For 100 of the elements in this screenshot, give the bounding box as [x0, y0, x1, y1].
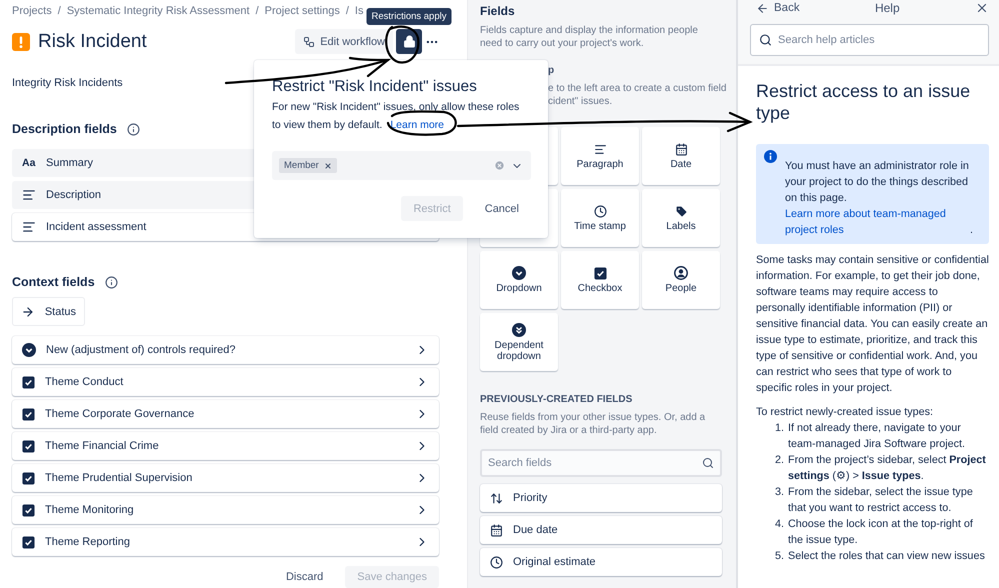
field-row[interactable]: Theme Financial Crime	[12, 432, 439, 460]
step-text: If not already there, navigate to your team-managed Jira Software project.	[788, 421, 966, 452]
calendar-icon	[674, 142, 688, 156]
breadcrumb-separator: /	[346, 4, 349, 17]
field-row[interactable]: Original estimate	[480, 548, 722, 576]
priority-arrows-icon	[490, 492, 503, 504]
field-label: Priority	[513, 492, 548, 504]
field-type-tile[interactable]: Date	[642, 127, 720, 185]
roles-link[interactable]: Learn more about team-managed project roles	[785, 206, 970, 238]
search-help-field[interactable]: Search help articles	[750, 24, 989, 56]
panel-title: Fields	[480, 4, 516, 18]
back-button[interactable]: Back	[750, 2, 800, 14]
step-text: From the sidebar, select the issue type that you want to restrict access to.	[788, 485, 974, 516]
breadcrumb-link[interactable]: Projects	[12, 4, 52, 17]
field-row[interactable]: Theme Monitoring	[12, 496, 439, 524]
step-number: 3.	[774, 485, 784, 500]
panel-description: Fields capture and display the information people need to carry out your project's work.	[480, 24, 699, 50]
issue-type-title: Risk Incident	[38, 30, 147, 53]
checkbox-icon	[594, 266, 606, 280]
field-label: Theme Corporate Governance	[45, 408, 194, 420]
lock-button[interactable]	[396, 29, 422, 54]
edit-workflow-button[interactable]: Edit workflow	[295, 29, 393, 54]
field-type-tile[interactable]: Dependent dropdown	[480, 313, 558, 371]
clock-icon	[490, 556, 503, 568]
calendar-icon	[490, 524, 503, 536]
article-title: Restrict access to an issue type	[756, 80, 972, 124]
tile-label: Checkbox	[578, 282, 622, 294]
field-type-tile[interactable]: Checkbox	[561, 251, 639, 309]
step-number: 2.	[774, 453, 784, 468]
discard-button[interactable]: Discard	[274, 566, 336, 588]
tile-label: Dependent dropdown	[494, 340, 544, 362]
text-type-icon: Aa	[22, 157, 36, 170]
field-type-tile[interactable]: Paragraph	[561, 127, 639, 185]
field-type-tile[interactable]: Dropdown	[480, 251, 558, 309]
tile-label: Date	[670, 158, 692, 170]
field-row[interactable]: New (adjustment of) controls required?	[12, 336, 439, 364]
field-type-tile[interactable]: People	[642, 251, 720, 309]
double-chevron-icon	[512, 322, 526, 336]
breadcrumb-separator: /	[58, 4, 61, 17]
steps-intro: To restrict newly-created issue types:	[756, 405, 934, 420]
info-icon	[764, 150, 777, 163]
tile-label: Labels	[666, 220, 696, 232]
cancel-button[interactable]: Cancel	[472, 196, 531, 221]
section-title: Description fields	[12, 122, 117, 136]
exclamation-icon	[12, 32, 30, 51]
field-type-tile[interactable]: Labels	[642, 189, 720, 247]
note-text: You must have an administrator role in your project to do the things described on this page. Learn more about team-managed project roles .	[785, 159, 974, 238]
field-row[interactable]: Due date	[480, 516, 722, 544]
field-row[interactable]: Priority	[480, 484, 722, 512]
paragraph-icon	[22, 220, 36, 234]
checkbox-icon	[22, 472, 35, 484]
field-label: Original estimate	[513, 556, 596, 568]
popover-text: For new "Risk Incident" issues, only allow these roles	[272, 100, 520, 115]
field-type-tile[interactable]: Time stamp	[561, 189, 639, 247]
checkbox-icon	[22, 408, 35, 420]
field-label: Theme Financial Crime	[45, 440, 159, 452]
field-label: Due date	[513, 524, 558, 536]
step-text: From the project’s sidebar, select Project settings (⚙) > Issue types.	[788, 453, 987, 484]
search-icon	[759, 34, 772, 46]
step-number: 1.	[774, 421, 784, 436]
step-text: Select the roles that can view new issues	[788, 549, 985, 564]
person-icon	[674, 266, 688, 280]
breadcrumb-link[interactable]: Systematic Integrity Risk Assessment	[66, 4, 250, 17]
article-paragraph: Some tasks may contain sensitive or confidential information. For example, to get their job done, software teams may require access to personally identifiable information (PII) or sensitive financial data. You can easily create an issue type to estimate, prioritize, and track this type of sensitive or confidential work. And, you can restrict who sees that type of work to specific roles in your project.	[756, 253, 989, 396]
field-row[interactable]: Theme Prudential Supervision	[12, 464, 439, 492]
tag-icon	[674, 204, 688, 218]
lock-icon	[402, 35, 416, 48]
learn-more-link[interactable]: Learn more	[390, 116, 444, 134]
info-icon[interactable]	[104, 276, 118, 289]
arrow-left-icon	[756, 2, 769, 14]
clock-icon	[594, 204, 606, 218]
section-title: Context fields	[12, 275, 95, 290]
tile-label: Time stamp	[574, 220, 626, 232]
field-label: Incident assessment	[46, 221, 146, 234]
search-icon	[702, 457, 714, 469]
remove-icon[interactable]	[324, 162, 332, 170]
help-title: Help	[874, 1, 900, 15]
field-row[interactable]: Theme Reporting	[12, 528, 439, 556]
field-row[interactable]: Theme Conduct	[12, 368, 439, 396]
search-fields-field[interactable]: Search fields	[480, 449, 722, 477]
issue-type-description: Integrity Risk Incidents	[12, 77, 123, 90]
tile-label: Paragraph	[576, 158, 624, 170]
info-icon[interactable]	[126, 122, 140, 136]
field-label: Theme Conduct	[45, 376, 124, 388]
field-label: Summary	[46, 157, 94, 170]
field-label: Description	[46, 189, 102, 202]
checkbox-icon	[22, 376, 35, 388]
popover-title: Restrict "Risk Incident" issues	[272, 78, 478, 96]
circle-annotation	[385, 26, 420, 64]
roles-select[interactable]: Member	[272, 151, 531, 180]
role-chip[interactable]: Member	[279, 158, 337, 173]
breadcrumb-link[interactable]: Project settings	[264, 4, 340, 17]
popover-text: to view them by default.	[272, 118, 382, 133]
status-field[interactable]: Status	[12, 297, 85, 326]
section-heading: PREVIOUSLY-CREATED FIELDS	[480, 394, 632, 405]
section-description: Reuse fields from your other issue types. Or, add a field created by Jira or a third-party app.	[480, 411, 706, 437]
paragraph-icon	[22, 188, 36, 202]
workflow-icon	[303, 36, 316, 48]
field-row[interactable]: Theme Corporate Governance	[12, 400, 439, 428]
breadcrumb-link[interactable]: Is	[354, 4, 364, 17]
